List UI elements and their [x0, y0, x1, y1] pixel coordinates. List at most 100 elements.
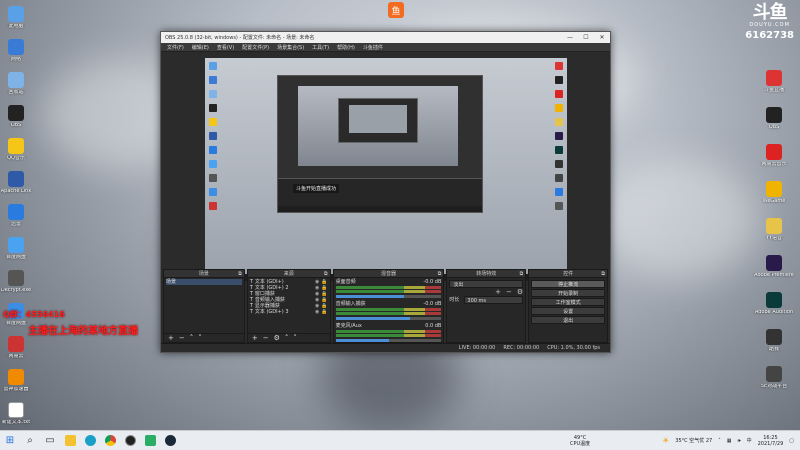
desktop-icon[interactable]: WeGame — [752, 181, 796, 205]
obs-statusbar: LIVE: 00:00:00 REC: 00:00:00 CPU: 1.0%, … — [161, 343, 610, 352]
desktop-icon[interactable]: 斗鱼直播 — [752, 70, 796, 94]
gear-icon[interactable]: ⚙ — [517, 289, 523, 296]
desktop-icon-douyu[interactable]: 鱼 — [374, 2, 418, 20]
volume-slider[interactable] — [335, 339, 442, 342]
desktop-icon[interactable]: 新建文本.txt — [0, 402, 38, 426]
control-button[interactable]: 停止推流 — [531, 280, 605, 288]
undock-icon[interactable]: ⧉ — [520, 270, 524, 278]
desktop-icon-label: YY语音 — [765, 236, 783, 241]
control-button[interactable]: 开始录制 — [531, 289, 605, 297]
scene-item[interactable]: 场景 — [166, 279, 242, 285]
task-view-icon[interactable]: ▭ — [40, 431, 60, 450]
up-icon[interactable]: ˄ — [285, 334, 289, 342]
desktop-icon-label: Adobe Audition — [754, 310, 794, 315]
obs-preview[interactable]: 斗鱼开始直播成功 — [205, 58, 567, 281]
desktop-icon[interactable]: 网易云音乐 — [752, 144, 796, 168]
desktop-icon[interactable]: QQ音乐 — [0, 138, 38, 162]
menu-item[interactable]: 场景集合(S) — [273, 44, 308, 51]
lock-icon[interactable]: 🔒 — [321, 309, 327, 315]
volume-slider[interactable] — [335, 295, 442, 298]
close-icon[interactable]: ✕ — [594, 34, 610, 41]
search-icon[interactable]: ⌕ — [20, 431, 40, 450]
up-icon[interactable]: ˄ — [190, 334, 194, 342]
menu-item[interactable]: 斗鱼插件 — [359, 44, 387, 51]
undock-icon[interactable]: ⧉ — [324, 270, 328, 278]
mixer-channel: 桌面音频 -0.0 dB — [335, 279, 442, 298]
desktop-icon[interactable]: OBS — [0, 105, 38, 129]
desktop-icon[interactable]: 5E对战平台 — [752, 366, 796, 390]
volume-icon[interactable]: 🕪 — [737, 438, 740, 444]
visibility-eye-icon[interactable]: ◉ — [315, 309, 319, 315]
desktop-icon[interactable]: 网络 — [0, 39, 38, 63]
desktop-icon[interactable]: 回收站 — [0, 72, 38, 96]
remove-icon[interactable]: − — [179, 334, 185, 342]
obs-menubar: 文件(F) 编辑(E) 查看(V) 配置文件(P) 场景集合(S) 工具(T) 帮助(H) 斗… — [161, 43, 610, 52]
control-button[interactable]: 设置 — [531, 307, 605, 315]
menu-item[interactable]: 编辑(E) — [188, 44, 213, 51]
add-icon[interactable]: + — [168, 334, 174, 342]
file-explorer-icon[interactable] — [60, 431, 80, 450]
controls-buttons: 停止推流 开始录制 工作室模式 设置 退出 — [529, 278, 607, 326]
weather-text[interactable]: 35°C 空气优 27 — [675, 437, 712, 444]
desktop-icon[interactable]: 百度网盘 — [0, 237, 38, 261]
desktop-icon[interactable]: 此电脑 — [0, 6, 38, 30]
windows-start-icon[interactable]: ⊞ — [0, 431, 20, 450]
down-icon[interactable]: ˅ — [198, 334, 202, 342]
obs-icon — [8, 105, 24, 121]
undock-icon[interactable]: ⧉ — [601, 270, 605, 278]
add-icon[interactable]: + — [252, 334, 258, 342]
transition-select[interactable]: 淡出 — [449, 280, 524, 288]
duration-input[interactable]: 300 ms — [464, 296, 524, 304]
menu-item[interactable]: 帮助(H) — [333, 44, 359, 51]
minimize-icon[interactable]: — — [562, 34, 578, 41]
desktop-icon[interactable]: Apache Link — [0, 171, 38, 195]
maximize-icon[interactable]: ☐ — [578, 34, 594, 41]
steam-icon[interactable] — [160, 431, 180, 450]
menu-item[interactable]: 查看(V) — [213, 44, 238, 51]
desktop-icon[interactable]: 酷我 — [752, 329, 796, 353]
mixer-dock: 混音器 ⧉ 桌面音频 -0.0 dB 音频输入捕获 -0.0 dB 麦克风/Aux 0.0 … — [332, 269, 445, 343]
menu-item[interactable]: 工具(T) — [308, 44, 333, 51]
control-button[interactable]: 工作室模式 — [531, 298, 605, 306]
preview-desktop-icons — [209, 62, 219, 216]
down-icon[interactable]: ˅ — [293, 334, 297, 342]
volume-slider[interactable] — [335, 317, 442, 320]
undock-icon[interactable]: ⧉ — [438, 270, 442, 278]
channel-name: 桌面音频 — [335, 279, 356, 285]
clock[interactable]: 16:25 2021/7/29 — [758, 435, 784, 447]
desktop-icon[interactable]: Decrypt.exe — [0, 270, 38, 294]
sources-toolbar: + − ⚙ ˄ ˅ — [247, 333, 330, 342]
obs-taskbar-icon[interactable] — [120, 431, 140, 450]
desktop-icon[interactable]: 迅雷 — [0, 204, 38, 228]
desktop-icon-label: 百度网盘 — [5, 255, 26, 260]
network-icon[interactable]: ▦ — [727, 438, 732, 444]
input-language[interactable]: 中 — [747, 437, 752, 444]
source-item[interactable]: T 文本 (GDI+) 3 ◉ 🔒 — [250, 309, 328, 315]
chevron-up-icon[interactable]: ˄ — [718, 438, 721, 444]
desktop-icon[interactable]: Adobe Premiere — [752, 255, 796, 279]
menu-item[interactable]: 配置文件(P) — [238, 44, 273, 51]
edge-icon[interactable] — [80, 431, 100, 450]
cloud-icon — [8, 237, 24, 253]
desktop-icon[interactable]: Adobe Audition — [752, 292, 796, 316]
cpu-temp-widget[interactable]: 49°C CPU温度 — [570, 435, 590, 447]
remove-icon[interactable]: − — [506, 289, 512, 296]
desktop-icon[interactable]: OBS — [752, 107, 796, 131]
notification-icon[interactable]: ▢ — [789, 438, 794, 444]
obs-docks: 场景 ⧉ 场景 + − ˄ ˅ 来源 ⧉ T 文本 (GDI+) ◉ 🔒 T 文本 (GDI+) … — [161, 269, 610, 343]
system-tray: 49°C CPU温度 ☀ 35°C 空气优 27 ˄ ▦ 🕪 中 16:25 2… — [570, 435, 800, 447]
control-button[interactable]: 退出 — [531, 316, 605, 324]
wechat-icon[interactable] — [140, 431, 160, 450]
chrome-icon[interactable] — [100, 431, 120, 450]
cpu-temp-label: CPU温度 — [569, 440, 591, 447]
remove-icon[interactable]: − — [263, 334, 269, 342]
desktop-icon-label: Apache Link — [0, 189, 32, 194]
undock-icon[interactable]: ⧉ — [238, 270, 242, 278]
add-icon[interactable]: + — [495, 289, 501, 296]
gear-icon[interactable]: ⚙ — [274, 334, 280, 342]
desktop-icon[interactable]: 网易云 — [0, 336, 38, 360]
desktop-icon[interactable]: 雷神加速器 — [0, 369, 38, 393]
channel-db: -0.0 dB — [423, 279, 442, 285]
desktop-icon[interactable]: YY语音 — [752, 218, 796, 242]
menu-item[interactable]: 文件(F) — [163, 44, 188, 51]
